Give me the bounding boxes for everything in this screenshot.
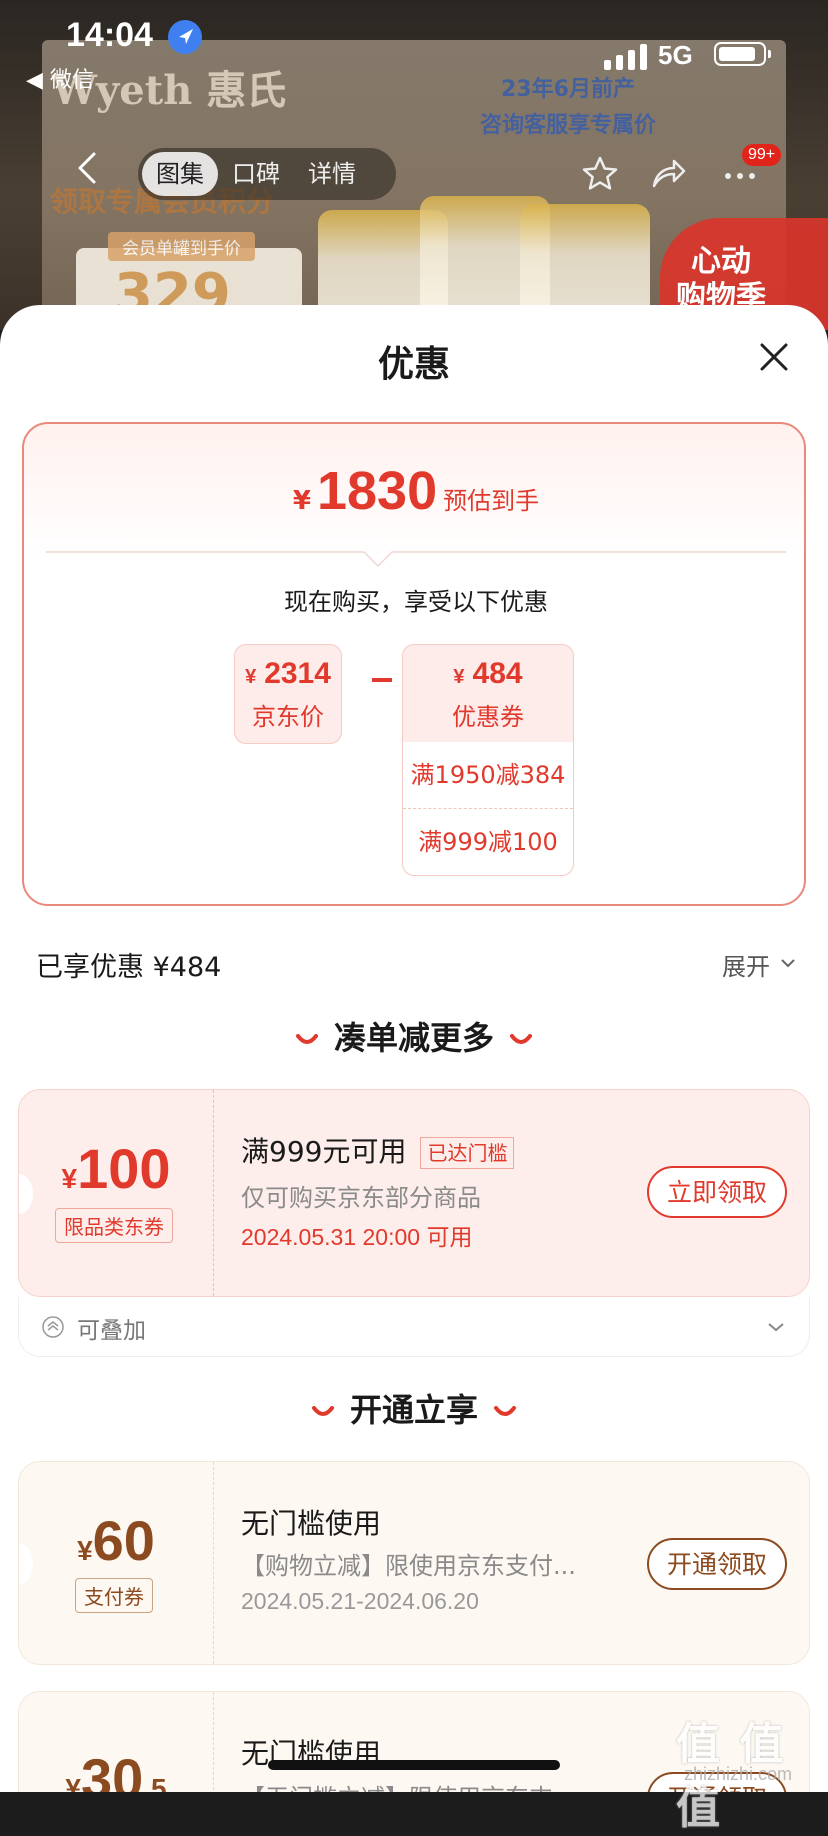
coupon-total-label: 优惠券 — [452, 703, 524, 731]
divider-arrow — [46, 551, 786, 568]
claim-now-button[interactable]: 立即领取 — [647, 1166, 787, 1218]
coupon-type-tag: 支付券 — [75, 1578, 153, 1613]
status-bar: 14:04 ◀ 微信 5G — [0, 0, 828, 93]
tab-gallery[interactable]: 图集 — [142, 152, 218, 196]
price-summary-card: ¥1830 预估到手 现在购买，享受以下优惠 ¥2314 京东价 ¥484 优惠券… — [22, 422, 806, 906]
coupon-item: 满999减100 — [403, 808, 573, 875]
coupon-total-value: 484 — [472, 657, 523, 690]
coupon-desc: 仅可购买京东部分商品 — [241, 1184, 481, 1212]
enjoyed-discount: 已享优惠 ¥484 — [36, 952, 222, 983]
expand-button[interactable]: 展开 — [722, 947, 770, 982]
battery-tip — [768, 50, 771, 58]
network-type: 5G — [658, 40, 693, 70]
minus-sign — [372, 678, 392, 682]
currency-symbol: ¥ — [292, 486, 311, 516]
coupon-desc: 【无门槛立减】限使用京东支 — [241, 1778, 553, 1792]
coupon-desc: 【购物立减】限使用京东支付... — [241, 1552, 576, 1580]
jd-price-box: ¥2314 京东价 — [234, 644, 342, 744]
status-time: 14:04 — [66, 16, 153, 54]
chevron-down-icon[interactable] — [767, 1321, 785, 1333]
back-arrow-icon[interactable] — [70, 150, 106, 186]
tab-details[interactable]: 详情 — [294, 152, 370, 196]
jd-price-value: 2314 — [264, 657, 331, 690]
coupon-value: ¥100 — [61, 1137, 171, 1200]
sheet-title: 优惠 — [377, 344, 450, 385]
stackable-row[interactable]: 可叠加 — [18, 1297, 810, 1357]
coupon-card: ¥100 限品类东券 满999元可用 已达门槛 仅可购买京东部分商品 2024.0… — [18, 1089, 810, 1297]
discount-sheet: 优惠 ¥1830 预估到手 现在购买，享受以下优惠 ¥2314 京东价 ¥484 … — [0, 305, 828, 1792]
battery-icon — [714, 42, 766, 66]
final-price-value: 1830 — [316, 461, 438, 521]
banner-tag: 会员单罐到手价 — [108, 232, 255, 261]
coupon-title: 无门槛使用 — [241, 1507, 382, 1540]
share-icon[interactable] — [648, 154, 688, 194]
coupon-condition: 满999元可用 已达门槛 — [241, 1130, 515, 1170]
smile-decor-icon — [295, 1034, 318, 1044]
open-claim-button[interactable]: 开通领取 — [647, 1538, 787, 1590]
threshold-reached-tag: 已达门槛 — [420, 1137, 515, 1169]
signal-icon — [604, 44, 647, 70]
back-to-app-link[interactable]: ◀ 微信 — [26, 62, 94, 94]
section-title-more: 凑单减更多 — [0, 1013, 828, 1059]
coupon-card: ¥60 支付券 无门槛使用 【购物立减】限使用京东支付... 2024.05.2… — [18, 1461, 810, 1665]
stackable-label: 可叠加 — [77, 1318, 146, 1344]
chevron-down-icon[interactable] — [780, 957, 796, 969]
smile-decor-icon — [510, 1034, 532, 1044]
coupon-type-tag: 限品类东券 — [55, 1208, 173, 1243]
home-indicator[interactable] — [268, 1760, 560, 1770]
close-icon[interactable] — [758, 341, 790, 373]
coupon-list: 满1950减384 满999减100 — [402, 742, 574, 876]
final-price-label: 预估到手 — [443, 487, 540, 515]
coupon-total-box: ¥484 优惠券 — [402, 644, 574, 744]
tab-reviews[interactable]: 口碑 — [218, 152, 294, 196]
smile-decor-icon — [311, 1406, 334, 1416]
final-price: ¥1830 预估到手 — [24, 460, 808, 522]
coupon-value: ¥30.5 — [65, 1747, 167, 1792]
banner-promo-text: 23年6月前产 咨询客服享专属价 — [480, 77, 657, 138]
star-icon[interactable] — [580, 154, 620, 194]
coupon-date: 2024.05.31 20:00 可用 — [241, 1224, 473, 1250]
discount-subtitle: 现在购买，享受以下优惠 — [284, 588, 548, 616]
jd-price-label: 京东价 — [252, 703, 324, 731]
coupon-value: ¥60 — [77, 1509, 155, 1572]
product-tabs: 图集 口碑 详情 — [138, 148, 396, 200]
coupon-date: 2024.05.21-2024.06.20 — [241, 1588, 479, 1614]
watermark-url: zhizhizhi.com — [684, 1764, 793, 1784]
message-badge: 99+ — [742, 144, 782, 166]
location-icon — [168, 20, 202, 54]
coupon-item: 满1950减384 — [410, 761, 566, 789]
smile-decor-icon — [494, 1406, 516, 1416]
stack-icon — [42, 1316, 64, 1338]
section-title-open: 开通立享 — [0, 1385, 828, 1431]
